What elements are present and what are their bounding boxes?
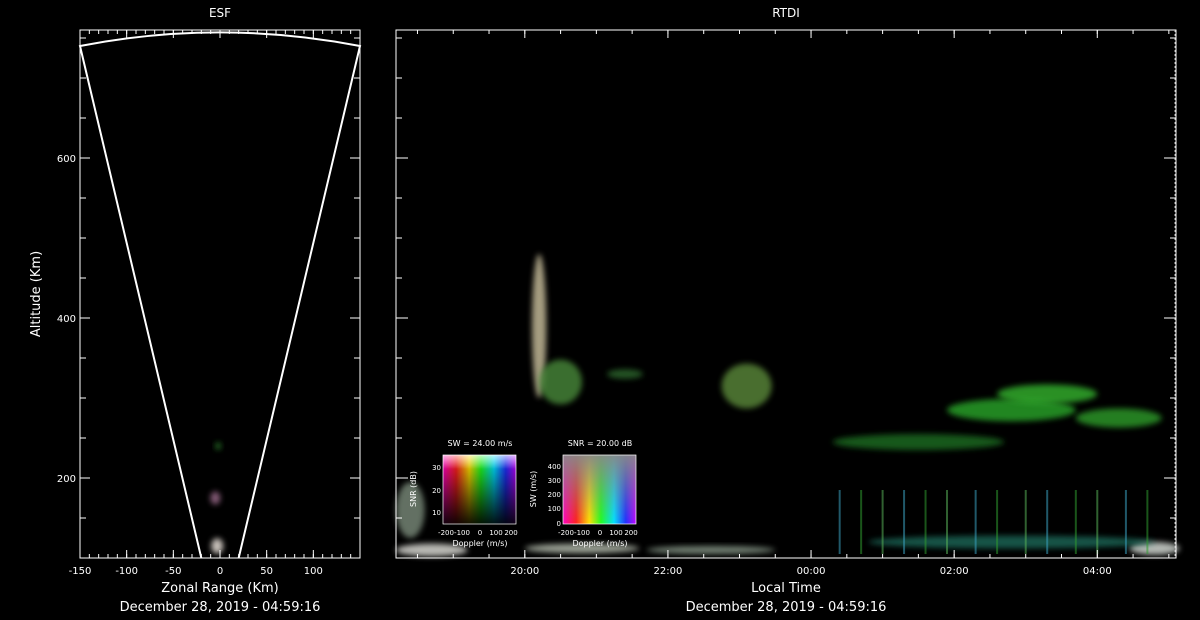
legend-snr-xlabel: Doppler (m/s) <box>452 539 507 548</box>
esf-frame <box>79 29 361 559</box>
esf-x-tick-label: -50 <box>165 566 181 577</box>
legend-sw-ytick: 100 <box>548 505 561 513</box>
esf-x-tick-label: 50 <box>260 566 273 577</box>
rtdi-caption: December 28, 2019 - 04:59:16 <box>686 600 887 615</box>
esf-echo-point <box>215 442 222 450</box>
legend-sw-xtick: 0 <box>598 529 602 537</box>
rtdi-x-tick-label: 20:00 <box>510 566 539 577</box>
rtdi-x-tick-label: 02:00 <box>940 566 969 577</box>
esf-xlabel: Zonal Range (Km) <box>161 581 278 596</box>
legend-sw-ytick: 200 <box>548 491 561 499</box>
esf-ylabel: Altitude (Km) <box>29 251 44 337</box>
legend-snr-xtick: -100 <box>454 529 470 537</box>
rtdi-echo-column <box>1074 490 1077 554</box>
esf-rtdi-figure: ESF -150 -100 -50 0 50 100 200400600 Zonal Ra… <box>29 6 1180 615</box>
rtdi-echo-region <box>832 434 1005 450</box>
legend-snr-ytick: 20 <box>432 487 441 495</box>
rtdi-echo-column <box>1096 490 1099 554</box>
rtdi-x-tick-label: 00:00 <box>797 566 826 577</box>
legend-sw-ylabel: SW (m/s) <box>529 471 538 507</box>
esf-title: ESF <box>209 6 231 20</box>
legend-snr-ytick: 10 <box>432 509 441 517</box>
esf-echo-point <box>210 491 221 505</box>
rtdi-echo-column <box>974 490 977 554</box>
legend-sw-ytick: 0 <box>557 520 561 528</box>
rtdi-echo-column <box>903 490 906 554</box>
esf-echo-point <box>211 538 224 554</box>
rtdi-echo-column <box>1146 490 1149 554</box>
rtdi-echo-region <box>646 546 776 554</box>
rtdi-echo-column <box>838 490 841 554</box>
legend-snr-title: SW = 24.00 m/s <box>448 439 513 448</box>
rtdi-panel: RTDI 20:00 22:00 00:00 02:00 04:00 Local Tim… <box>395 6 1180 615</box>
legend-sw-ytick: 400 <box>548 463 561 471</box>
legend-snr-ytick: 30 <box>432 464 441 472</box>
legend-snr-xtick: -200 <box>438 529 454 537</box>
legend-snr-ylabel: SNR (dB) <box>409 471 418 507</box>
legend-snr-xtick: 100 <box>489 529 502 537</box>
color-legend-snr: SW = 24.00 m/s 30 20 10 SNR (dB) -200 -1… <box>409 439 518 548</box>
rtdi-echo-column <box>1124 490 1127 554</box>
legend-sw-xtick: -100 <box>574 529 590 537</box>
esf-x-tick-label: 0 <box>217 566 223 577</box>
esf-beam-fan <box>78 31 362 559</box>
rtdi-echo-column <box>996 490 999 554</box>
rtdi-echo-column <box>860 490 863 554</box>
esf-x-tick-label: -100 <box>115 566 138 577</box>
rtdi-xlabel: Local Time <box>751 581 821 596</box>
esf-panel: ESF -150 -100 -50 0 50 100 200 400 600 Zonal Ra… <box>29 6 362 615</box>
esf-echoes <box>210 442 224 554</box>
rtdi-title: RTDI <box>772 6 800 20</box>
rtdi-echo-column <box>946 490 949 554</box>
rtdi-echo-column <box>881 490 884 554</box>
rtdi-echo-region <box>607 369 643 379</box>
esf-y-tick-label: 400 <box>57 314 76 325</box>
esf-y-tick-label: 200 <box>57 474 76 485</box>
legend-snr-xtick: 0 <box>478 529 482 537</box>
esf-y-axis: 200 400 600 <box>57 37 360 559</box>
rtdi-echo-region <box>868 535 1155 549</box>
esf-caption: December 28, 2019 - 04:59:16 <box>120 600 321 615</box>
legend-sw-title: SNR = 20.00 dB <box>568 439 632 448</box>
rtdi-echo-column <box>924 490 927 554</box>
rtdi-echo-region <box>539 359 583 405</box>
rtdi-x-tick-label: 04:00 <box>1083 566 1112 577</box>
legend-sw-xtick: 200 <box>624 529 637 537</box>
rtdi-x-tick-label: 22:00 <box>654 566 683 577</box>
legend-snr-xtick: 200 <box>504 529 517 537</box>
legend-sw-xtick: -200 <box>558 529 574 537</box>
rtdi-echo-region <box>1075 408 1162 428</box>
legend-sw-ytick: 300 <box>548 477 561 485</box>
rtdi-echo-region <box>997 384 1098 404</box>
rtdi-echo-column <box>1024 490 1027 554</box>
legend-sw-xtick: 100 <box>609 529 622 537</box>
esf-y-tick-label: 600 <box>57 154 76 165</box>
esf-x-tick-label: 100 <box>304 566 323 577</box>
legend-snr-white-overlay <box>443 455 516 469</box>
rtdi-echo-column <box>1046 490 1049 554</box>
legend-sw-gray-overlay <box>563 455 636 524</box>
legend-sw-xlabel: Doppler (m/s) <box>572 539 627 548</box>
color-legend-sw: SNR = 20.00 dB 400 300 200 100 0 SW (m/s… <box>529 439 638 548</box>
rtdi-echo-region <box>721 363 772 409</box>
esf-x-tick-label: -150 <box>69 566 92 577</box>
